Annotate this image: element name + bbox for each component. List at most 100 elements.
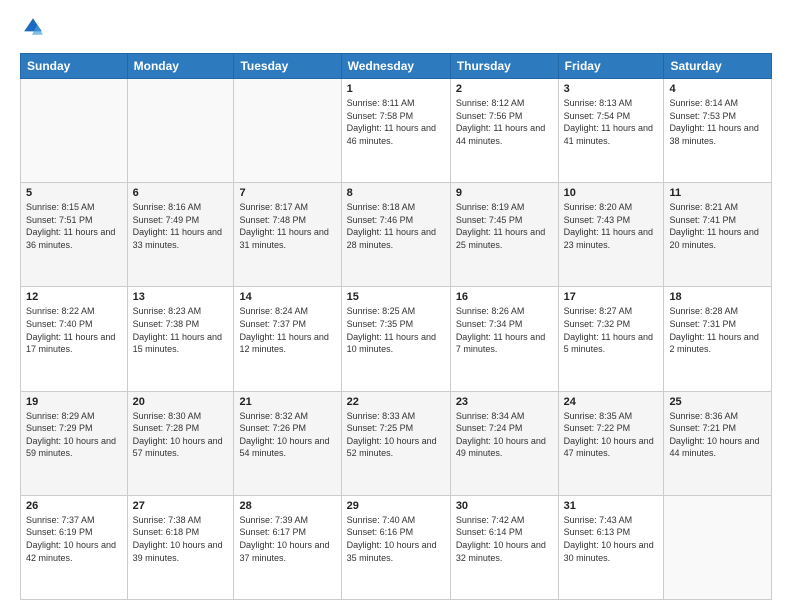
day-cell: 14Sunrise: 8:24 AM Sunset: 7:37 PM Dayli… bbox=[234, 287, 341, 391]
day-info: Sunrise: 8:12 AM Sunset: 7:56 PM Dayligh… bbox=[456, 97, 553, 147]
day-info: Sunrise: 8:19 AM Sunset: 7:45 PM Dayligh… bbox=[456, 201, 553, 251]
day-number: 29 bbox=[347, 500, 445, 512]
week-row-5: 26 Sunrise: 7:37 AM Sunset: 6:19 PM Dayli… bbox=[21, 495, 772, 599]
day-number: 15 bbox=[347, 291, 445, 303]
week-row-3: 12 Sunrise: 8:22 AM Sunset: 7:40 PM Dayli… bbox=[21, 287, 772, 391]
logo bbox=[20, 16, 44, 43]
day-cell: 3Sunrise: 8:13 AM Sunset: 7:54 PM Daylig… bbox=[558, 79, 664, 183]
day-cell: 2 Sunrise: 8:12 AM Sunset: 7:56 PM Daylig… bbox=[450, 79, 558, 183]
day-cell: 22 Sunrise: 8:33 AM Sunset: 7:25 PM Dayli… bbox=[341, 391, 450, 495]
day-info: Sunrise: 8:35 AM Sunset: 7:22 PM Dayligh… bbox=[564, 410, 659, 460]
day-info: Sunrise: 8:26 AM Sunset: 7:34 PM Dayligh… bbox=[456, 305, 553, 355]
day-cell: 13 Sunrise: 8:23 AM Sunset: 7:38 PM Dayli… bbox=[127, 287, 234, 391]
day-cell: 4 Sunrise: 8:14 AM Sunset: 7:53 PM Daylig… bbox=[664, 79, 772, 183]
day-number: 24 bbox=[564, 396, 659, 408]
day-number: 4 bbox=[669, 83, 766, 95]
day-cell: 23 Sunrise: 8:34 AM Sunset: 7:24 PM Dayli… bbox=[450, 391, 558, 495]
day-cell: 7Sunrise: 8:17 AM Sunset: 7:48 PM Daylig… bbox=[234, 183, 341, 287]
week-row-1: 1Sunrise: 8:11 AM Sunset: 7:58 PM Daylig… bbox=[21, 79, 772, 183]
day-number: 26 bbox=[26, 500, 122, 512]
day-number: 16 bbox=[456, 291, 553, 303]
day-number: 27 bbox=[133, 500, 229, 512]
calendar-table: SundayMondayTuesdayWednesdayThursdayFrid… bbox=[20, 53, 772, 600]
day-info: Sunrise: 8:14 AM Sunset: 7:53 PM Dayligh… bbox=[669, 97, 766, 147]
day-cell bbox=[664, 495, 772, 599]
day-cell: 16 Sunrise: 8:26 AM Sunset: 7:34 PM Dayli… bbox=[450, 287, 558, 391]
day-cell: 5 Sunrise: 8:15 AM Sunset: 7:51 PM Daylig… bbox=[21, 183, 128, 287]
day-info: Sunrise: 8:21 AM Sunset: 7:41 PM Dayligh… bbox=[669, 201, 766, 251]
day-number: 9 bbox=[456, 187, 553, 199]
day-number: 18 bbox=[669, 291, 766, 303]
day-cell: 25 Sunrise: 8:36 AM Sunset: 7:21 PM Dayli… bbox=[664, 391, 772, 495]
day-cell: 29 Sunrise: 7:40 AM Sunset: 6:16 PM Dayli… bbox=[341, 495, 450, 599]
day-info: Sunrise: 8:27 AM Sunset: 7:32 PM Dayligh… bbox=[564, 305, 659, 355]
header-row: SundayMondayTuesdayWednesdayThursdayFrid… bbox=[21, 54, 772, 79]
day-number: 19 bbox=[26, 396, 122, 408]
day-info: Sunrise: 8:29 AM Sunset: 7:29 PM Dayligh… bbox=[26, 410, 122, 460]
day-number: 13 bbox=[133, 291, 229, 303]
day-info: Sunrise: 7:39 AM Sunset: 6:17 PM Dayligh… bbox=[239, 514, 335, 564]
day-number: 5 bbox=[26, 187, 122, 199]
day-number: 23 bbox=[456, 396, 553, 408]
day-cell: 24 Sunrise: 8:35 AM Sunset: 7:22 PM Dayli… bbox=[558, 391, 664, 495]
day-cell: 18 Sunrise: 8:28 AM Sunset: 7:31 PM Dayli… bbox=[664, 287, 772, 391]
day-info: Sunrise: 7:43 AM Sunset: 6:13 PM Dayligh… bbox=[564, 514, 659, 564]
day-info: Sunrise: 8:22 AM Sunset: 7:40 PM Dayligh… bbox=[26, 305, 122, 355]
day-cell: 8Sunrise: 8:18 AM Sunset: 7:46 PM Daylig… bbox=[341, 183, 450, 287]
day-cell: 31 Sunrise: 7:43 AM Sunset: 6:13 PM Dayli… bbox=[558, 495, 664, 599]
day-number: 12 bbox=[26, 291, 122, 303]
col-header-wednesday: Wednesday bbox=[341, 54, 450, 79]
day-info: Sunrise: 8:15 AM Sunset: 7:51 PM Dayligh… bbox=[26, 201, 122, 251]
day-number: 21 bbox=[239, 396, 335, 408]
day-cell: 15 Sunrise: 8:25 AM Sunset: 7:35 PM Dayli… bbox=[341, 287, 450, 391]
day-cell: 28 Sunrise: 7:39 AM Sunset: 6:17 PM Dayli… bbox=[234, 495, 341, 599]
day-number: 31 bbox=[564, 500, 659, 512]
day-info: Sunrise: 7:37 AM Sunset: 6:19 PM Dayligh… bbox=[26, 514, 122, 564]
day-cell: 10 Sunrise: 8:20 AM Sunset: 7:43 PM Dayli… bbox=[558, 183, 664, 287]
day-number: 17 bbox=[564, 291, 659, 303]
day-number: 25 bbox=[669, 396, 766, 408]
col-header-thursday: Thursday bbox=[450, 54, 558, 79]
col-header-tuesday: Tuesday bbox=[234, 54, 341, 79]
day-number: 28 bbox=[239, 500, 335, 512]
day-number: 2 bbox=[456, 83, 553, 95]
day-number: 10 bbox=[564, 187, 659, 199]
day-cell: 26 Sunrise: 7:37 AM Sunset: 6:19 PM Dayli… bbox=[21, 495, 128, 599]
day-info: Sunrise: 7:38 AM Sunset: 6:18 PM Dayligh… bbox=[133, 514, 229, 564]
day-cell: 17 Sunrise: 8:27 AM Sunset: 7:32 PM Dayli… bbox=[558, 287, 664, 391]
day-info: Sunrise: 8:16 AM Sunset: 7:49 PM Dayligh… bbox=[133, 201, 229, 251]
day-cell bbox=[127, 79, 234, 183]
day-info: Sunrise: 8:28 AM Sunset: 7:31 PM Dayligh… bbox=[669, 305, 766, 355]
day-number: 7 bbox=[239, 187, 335, 199]
day-info: Sunrise: 7:40 AM Sunset: 6:16 PM Dayligh… bbox=[347, 514, 445, 564]
day-cell: 27 Sunrise: 7:38 AM Sunset: 6:18 PM Dayli… bbox=[127, 495, 234, 599]
day-cell: 11 Sunrise: 8:21 AM Sunset: 7:41 PM Dayli… bbox=[664, 183, 772, 287]
day-number: 6 bbox=[133, 187, 229, 199]
day-cell: 30Sunrise: 7:42 AM Sunset: 6:14 PM Dayli… bbox=[450, 495, 558, 599]
week-row-2: 5 Sunrise: 8:15 AM Sunset: 7:51 PM Daylig… bbox=[21, 183, 772, 287]
day-cell bbox=[234, 79, 341, 183]
day-cell: 9 Sunrise: 8:19 AM Sunset: 7:45 PM Daylig… bbox=[450, 183, 558, 287]
page: SundayMondayTuesdayWednesdayThursdayFrid… bbox=[0, 0, 792, 612]
day-cell: 6 Sunrise: 8:16 AM Sunset: 7:49 PM Daylig… bbox=[127, 183, 234, 287]
day-number: 22 bbox=[347, 396, 445, 408]
day-cell: 19 Sunrise: 8:29 AM Sunset: 7:29 PM Dayli… bbox=[21, 391, 128, 495]
day-info: Sunrise: 8:33 AM Sunset: 7:25 PM Dayligh… bbox=[347, 410, 445, 460]
day-cell: 20Sunrise: 8:30 AM Sunset: 7:28 PM Dayli… bbox=[127, 391, 234, 495]
day-number: 11 bbox=[669, 187, 766, 199]
day-info: Sunrise: 8:13 AM Sunset: 7:54 PM Dayligh… bbox=[564, 97, 659, 147]
col-header-monday: Monday bbox=[127, 54, 234, 79]
day-number: 20 bbox=[133, 396, 229, 408]
day-cell: 12 Sunrise: 8:22 AM Sunset: 7:40 PM Dayli… bbox=[21, 287, 128, 391]
day-info: Sunrise: 8:34 AM Sunset: 7:24 PM Dayligh… bbox=[456, 410, 553, 460]
day-info: Sunrise: 8:20 AM Sunset: 7:43 PM Dayligh… bbox=[564, 201, 659, 251]
day-number: 14 bbox=[239, 291, 335, 303]
day-info: Sunrise: 8:18 AM Sunset: 7:46 PM Dayligh… bbox=[347, 201, 445, 251]
day-cell: 21 Sunrise: 8:32 AM Sunset: 7:26 PM Dayli… bbox=[234, 391, 341, 495]
day-info: Sunrise: 8:23 AM Sunset: 7:38 PM Dayligh… bbox=[133, 305, 229, 355]
day-info: Sunrise: 7:42 AM Sunset: 6:14 PM Dayligh… bbox=[456, 514, 553, 564]
day-info: Sunrise: 8:36 AM Sunset: 7:21 PM Dayligh… bbox=[669, 410, 766, 460]
week-row-4: 19 Sunrise: 8:29 AM Sunset: 7:29 PM Dayli… bbox=[21, 391, 772, 495]
day-info: Sunrise: 8:32 AM Sunset: 7:26 PM Dayligh… bbox=[239, 410, 335, 460]
day-info: Sunrise: 8:25 AM Sunset: 7:35 PM Dayligh… bbox=[347, 305, 445, 355]
